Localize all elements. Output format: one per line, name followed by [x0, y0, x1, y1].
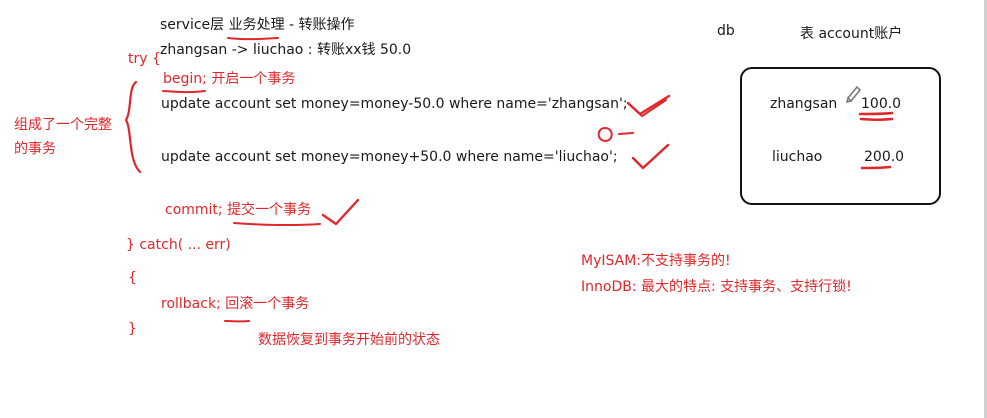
side-note-line2: 的事务	[14, 141, 56, 157]
commit-line: commit; 提交一个事务	[165, 202, 312, 218]
check-mark-update1-2	[630, 99, 667, 117]
catch-line: } catch( ... err)	[126, 237, 231, 253]
try-keyword: try {	[128, 51, 161, 67]
update-zhangsan-line: update account set money=money-50.0 wher…	[161, 96, 628, 112]
row-liuchao-money: 200.0	[864, 149, 905, 165]
rollback-line: rollback; 回滚一个事务	[161, 296, 310, 312]
service-header: service层 业务处理 - 转账操作	[160, 17, 355, 33]
update-liuchao-line: update account set money=money+50.0 wher…	[161, 149, 618, 165]
check-mark-commit	[321, 198, 360, 226]
row-zhangsan-money: 100.0	[861, 96, 902, 112]
minus-dash	[618, 132, 634, 135]
row-zhangsan-name: zhangsan	[770, 96, 838, 112]
underline-commit	[233, 222, 321, 227]
underline-business-logic	[227, 37, 279, 41]
myisam-note: MyISAM:不支持事务的!	[581, 253, 731, 269]
transfer-description: zhangsan -> liuchao : 转账xx钱 50.0	[160, 42, 412, 58]
zero-glyph	[597, 127, 613, 142]
underline-begin	[162, 90, 206, 94]
row-liuchao-name: liuchao	[772, 149, 823, 165]
rollback-note: 数据恢复到事务开始前的状态	[258, 332, 440, 348]
account-table-box	[740, 67, 941, 205]
brace-left	[124, 80, 142, 174]
check-mark-update1	[626, 94, 671, 116]
catch-brace-open: {	[128, 270, 137, 286]
innodb-note: InnoDB: 最大的特点: 支持事务、支持行锁!	[581, 279, 852, 295]
catch-brace-close: }	[128, 321, 137, 337]
table-label: 表 account账户	[800, 26, 903, 42]
begin-line: begin; 开启一个事务	[163, 71, 296, 87]
check-mark-update2	[631, 143, 670, 170]
db-label: db	[717, 23, 735, 39]
side-note-line1: 组成了一个完整	[14, 117, 112, 133]
